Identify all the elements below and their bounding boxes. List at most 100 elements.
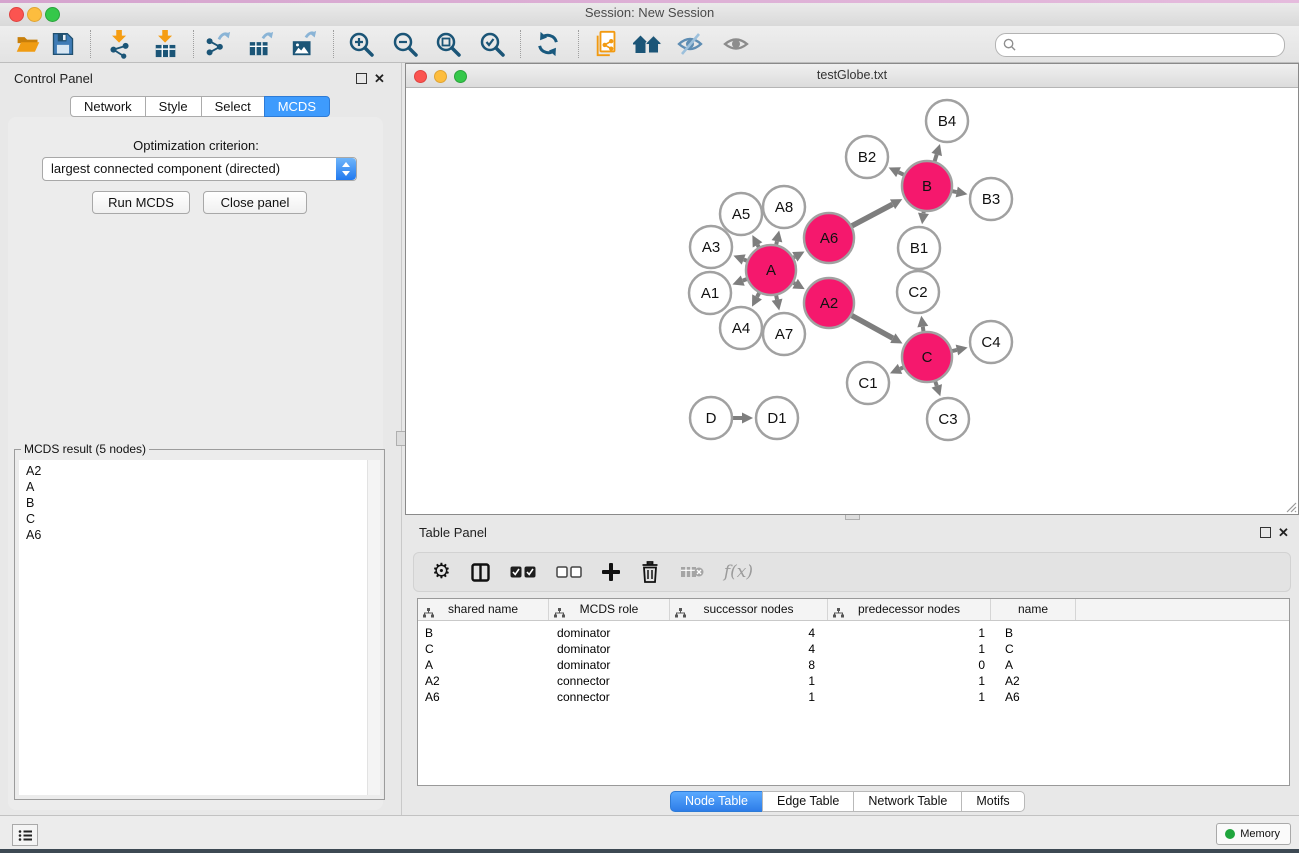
network-node-B3[interactable]: B3	[970, 178, 1012, 220]
network-from-file-button[interactable]	[592, 29, 622, 59]
network-node-B1[interactable]: B1	[898, 227, 940, 269]
close-panel-icon[interactable]: ✕	[374, 73, 385, 84]
show-columns-button[interactable]	[471, 558, 490, 586]
network-node-A6[interactable]: A6	[804, 213, 854, 263]
hide-panel-button[interactable]	[675, 29, 705, 59]
delete-column-button[interactable]	[640, 558, 660, 586]
svg-text:C1: C1	[858, 375, 877, 392]
toolbar-separator	[193, 30, 194, 58]
result-item[interactable]: A	[19, 479, 367, 495]
table-row[interactable]: A2connector11A2	[418, 673, 1289, 689]
search-input[interactable]	[1020, 35, 1279, 55]
column-header-name[interactable]: name	[991, 599, 1076, 620]
edge-arrowhead	[956, 187, 968, 198]
export-image-button[interactable]	[289, 29, 319, 59]
zoom-selected-button[interactable]	[477, 29, 507, 59]
result-item[interactable]: A2	[19, 463, 367, 479]
network-node-B2[interactable]: B2	[846, 136, 888, 178]
fx-icon: f(x)	[724, 562, 753, 582]
network-node-A1[interactable]: A1	[689, 272, 731, 314]
task-history-button[interactable]	[12, 824, 38, 846]
edge-arrowhead	[931, 144, 942, 156]
network-node-A7[interactable]: A7	[763, 313, 805, 355]
svg-text:A6: A6	[820, 230, 838, 247]
tab-node-table[interactable]: Node Table	[670, 791, 763, 812]
close-panel-icon[interactable]: ✕	[1278, 527, 1289, 538]
network-node-A5[interactable]: A5	[720, 193, 762, 235]
column-header-shared-name[interactable]: shared name	[418, 599, 549, 620]
result-item[interactable]: C	[19, 511, 367, 527]
svg-text:A3: A3	[702, 239, 720, 256]
network-window-titlebar[interactable]: testGlobe.txt	[406, 64, 1298, 88]
deselect-all-button[interactable]	[556, 558, 582, 586]
float-panel-icon[interactable]	[356, 73, 367, 84]
tab-network[interactable]: Network	[70, 96, 146, 117]
window-resize-grip[interactable]	[1283, 499, 1297, 513]
table-row[interactable]: Bdominator41B	[418, 625, 1289, 641]
tab-mcds[interactable]: MCDS	[264, 96, 330, 117]
open-folder-icon	[14, 31, 42, 57]
result-scrollbar[interactable]	[367, 460, 380, 795]
export-network-button[interactable]	[203, 29, 233, 59]
network-node-A[interactable]: A	[746, 245, 796, 295]
network-node-A2[interactable]: A2	[804, 278, 854, 328]
table-row[interactable]: Cdominator41C	[418, 641, 1289, 657]
network-node-A8[interactable]: A8	[763, 186, 805, 228]
column-header-MCDS-role[interactable]: MCDS role	[549, 599, 670, 620]
optimization-dropdown[interactable]: largest connected component (directed)	[42, 157, 357, 181]
optimization-criterion-label: Optimization criterion:	[0, 138, 392, 153]
svg-text:C: C	[922, 349, 933, 366]
result-item[interactable]: A6	[19, 527, 367, 543]
delete-table-icon	[680, 564, 704, 580]
document-network-icon	[593, 29, 621, 59]
add-column-button[interactable]	[602, 558, 620, 586]
network-node-A3[interactable]: A3	[690, 226, 732, 268]
tab-edge-table[interactable]: Edge Table	[762, 791, 854, 812]
network-node-D1[interactable]: D1	[756, 397, 798, 439]
home-layout-button[interactable]	[632, 29, 662, 59]
zoom-out-button[interactable]	[390, 29, 420, 59]
search-box	[995, 33, 1285, 57]
mcds-result-title: MCDS result (5 nodes)	[21, 442, 149, 456]
import-table-button[interactable]	[151, 29, 181, 59]
svg-text:A7: A7	[775, 326, 793, 343]
import-network-button[interactable]	[105, 29, 135, 59]
table-settings-button[interactable]: ⚙	[432, 558, 451, 586]
tab-motifs[interactable]: Motifs	[961, 791, 1024, 812]
float-panel-icon[interactable]	[1260, 527, 1271, 538]
show-panel-button[interactable]	[721, 29, 751, 59]
result-item[interactable]: B	[19, 495, 367, 511]
network-node-B4[interactable]: B4	[926, 100, 968, 142]
network-node-C2[interactable]: C2	[897, 271, 939, 313]
tab-select[interactable]: Select	[201, 96, 265, 117]
checked-boxes-icon	[510, 566, 536, 578]
table-row[interactable]: A6connector11A6	[418, 689, 1289, 705]
network-node-C3[interactable]: C3	[927, 398, 969, 440]
export-table-button[interactable]	[246, 29, 276, 59]
zoom-in-button[interactable]	[346, 29, 376, 59]
network-node-B[interactable]: B	[902, 161, 952, 211]
network-node-D[interactable]: D	[690, 397, 732, 439]
save-session-button[interactable]	[48, 29, 78, 59]
network-node-C1[interactable]: C1	[847, 362, 889, 404]
delete-table-button[interactable]	[680, 558, 704, 586]
function-builder-button[interactable]: f(x)	[724, 558, 753, 586]
control-panel-tabs: NetworkStyleSelectMCDS	[0, 96, 400, 117]
open-session-button[interactable]	[13, 29, 43, 59]
zoom-fit-button[interactable]	[433, 29, 463, 59]
close-panel-button[interactable]: Close panel	[203, 191, 307, 214]
column-header-successor-nodes[interactable]: successor nodes	[670, 599, 828, 620]
network-window-title: testGlobe.txt	[406, 68, 1298, 82]
memory-button[interactable]: Memory	[1216, 823, 1291, 845]
network-canvas[interactable]: B4 B2 B B3 A5A8 A6 B1 A3 A C2 A1 A2 A4 A7 C4 C C1 D D1 C3	[406, 88, 1298, 514]
tab-network-table[interactable]: Network Table	[853, 791, 962, 812]
select-all-button[interactable]	[510, 558, 536, 586]
network-node-A4[interactable]: A4	[720, 307, 762, 349]
table-row[interactable]: Adominator80A	[418, 657, 1289, 673]
tab-style[interactable]: Style	[145, 96, 202, 117]
network-node-C[interactable]: C	[902, 332, 952, 382]
column-header-predecessor-nodes[interactable]: predecessor nodes	[828, 599, 991, 620]
run-mcds-button[interactable]: Run MCDS	[92, 191, 190, 214]
refresh-button[interactable]	[533, 29, 563, 59]
network-node-C4[interactable]: C4	[970, 321, 1012, 363]
